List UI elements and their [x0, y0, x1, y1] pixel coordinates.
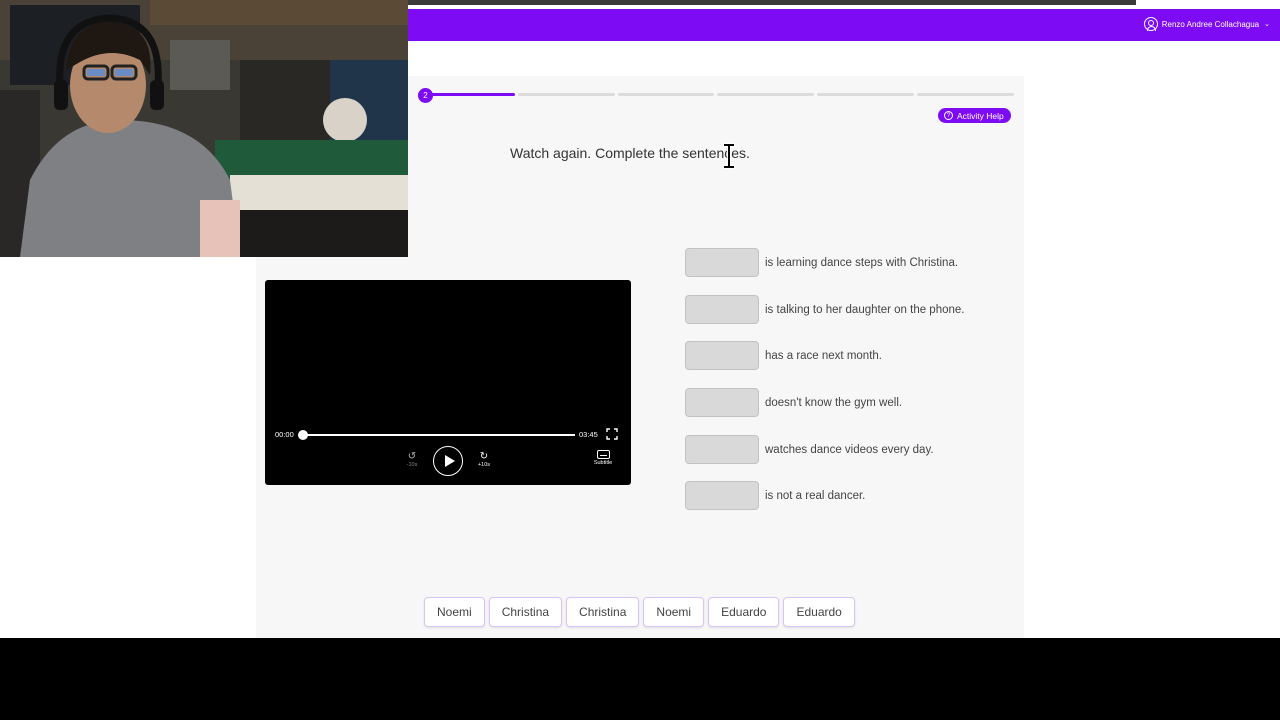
step-progress-bar — [418, 93, 1014, 97]
word-bank: Noemi Christina Christina Noemi Eduardo … — [424, 597, 855, 627]
answer-drop-slot[interactable] — [685, 341, 759, 370]
progress-segment — [917, 93, 1014, 96]
sentence-row: is talking to her daughter on the phone. — [685, 295, 1005, 324]
progress-segment — [517, 93, 615, 96]
word-chip[interactable]: Noemi — [424, 597, 485, 627]
chevron-down-icon: ⌄ — [1264, 21, 1270, 28]
answer-drop-slot[interactable] — [685, 295, 759, 324]
sentence-row: watches dance videos every day. — [685, 435, 1005, 464]
sentence-text: is not a real dancer. — [765, 489, 866, 502]
forward-icon: ↻ — [479, 451, 489, 462]
video-seek-bar[interactable] — [301, 434, 575, 436]
question-icon: ? — [944, 111, 953, 120]
word-chip[interactable]: Eduardo — [783, 597, 855, 627]
word-chip[interactable]: Eduardo — [708, 597, 780, 627]
activity-help-button[interactable]: ? Activity Help — [938, 108, 1011, 123]
current-step-badge: 2 — [418, 88, 433, 103]
activity-instruction: Watch again. Complete the sentences. — [510, 145, 750, 161]
word-chip[interactable]: Christina — [566, 597, 640, 627]
forward-label: +10s — [477, 462, 491, 468]
user-name: Renzo Andree Collachagua — [1161, 19, 1260, 29]
word-chip[interactable]: Noemi — [643, 597, 705, 627]
word-chip[interactable]: Christina — [488, 597, 563, 627]
video-player[interactable]: 00:00 03:45 ↺ -10s ↻ +10s Subtitle — [265, 280, 631, 485]
text-cursor-icon — [724, 143, 734, 169]
activity-page: Renzo Andree Collachagua ⌄ 2 ? Activity … — [0, 0, 1280, 638]
fullscreen-icon[interactable] — [606, 428, 618, 440]
progress-segment — [617, 93, 715, 96]
sentence-text: has a race next month. — [765, 349, 882, 362]
user-icon — [1143, 17, 1158, 31]
sentence-text: doesn't know the gym well. — [765, 396, 903, 409]
video-seek-handle[interactable] — [298, 430, 308, 440]
rewind-icon: ↺ — [407, 451, 417, 462]
sentence-text: is learning dance steps with Christina. — [765, 256, 959, 269]
video-duration: 03:45 — [579, 430, 598, 439]
user-menu[interactable]: Renzo Andree Collachagua ⌄ — [1143, 17, 1270, 31]
answer-drop-slot[interactable] — [685, 248, 759, 277]
video-current-time: 00:00 — [275, 430, 294, 439]
subtitle-button[interactable]: Subtitle — [591, 450, 615, 466]
activity-help-label: Activity Help — [957, 110, 1004, 121]
webcam-image — [0, 0, 408, 257]
forward-10s-button[interactable]: ↻ +10s — [475, 451, 493, 469]
answer-drop-slot[interactable] — [685, 435, 759, 464]
subtitle-label: Subtitle — [593, 460, 613, 466]
top-header-bar: Renzo Andree Collachagua ⌄ — [408, 9, 1280, 41]
answer-drop-slot[interactable] — [685, 481, 759, 510]
sentence-text: watches dance videos every day. — [765, 443, 934, 456]
answer-drop-slot[interactable] — [685, 388, 759, 417]
sentence-row: has a race next month. — [685, 341, 1005, 370]
play-button[interactable] — [433, 446, 463, 476]
rewind-label: -10s — [406, 462, 418, 468]
sentence-row: is not a real dancer. — [685, 481, 1005, 510]
rewind-10s-button[interactable]: ↺ -10s — [403, 451, 421, 469]
progress-segment — [717, 93, 815, 96]
webcam-overlay — [0, 0, 408, 257]
progress-segment — [817, 93, 915, 96]
subtitle-icon — [596, 450, 610, 459]
sentence-row: doesn't know the gym well. — [685, 388, 1005, 417]
sentence-row: is learning dance steps with Christina. — [685, 248, 1005, 277]
browser-top-strip — [408, 0, 1280, 9]
sentence-text: is talking to her daughter on the phone. — [765, 303, 965, 316]
